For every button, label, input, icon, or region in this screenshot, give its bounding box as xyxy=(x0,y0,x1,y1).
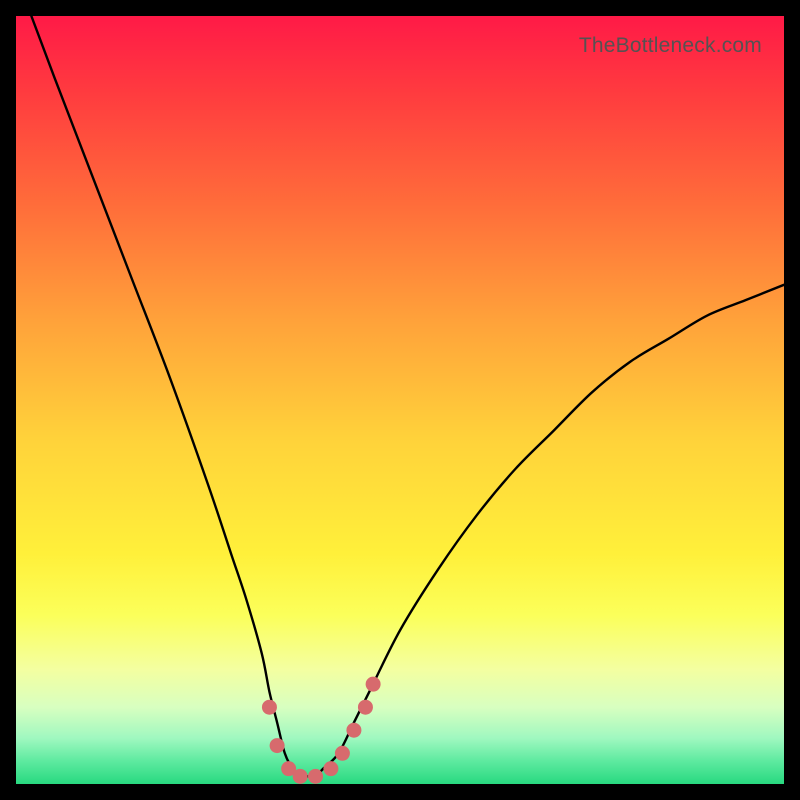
highlight-dot xyxy=(335,746,350,761)
curve-layer xyxy=(16,16,784,784)
highlight-dot xyxy=(346,723,361,738)
plot-area: TheBottleneck.com xyxy=(16,16,784,784)
highlight-dot xyxy=(358,700,373,715)
chart-frame: TheBottleneck.com xyxy=(0,0,800,800)
highlight-dot xyxy=(323,761,338,776)
main-curve xyxy=(31,16,784,777)
highlight-dot xyxy=(366,677,381,692)
highlight-dot xyxy=(270,738,285,753)
highlight-dot xyxy=(262,700,277,715)
highlight-dot xyxy=(308,769,323,784)
watermark-text: TheBottleneck.com xyxy=(579,34,762,58)
highlight-dot xyxy=(293,769,308,784)
